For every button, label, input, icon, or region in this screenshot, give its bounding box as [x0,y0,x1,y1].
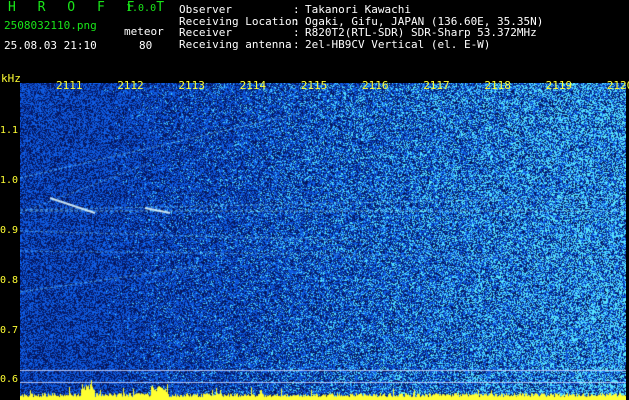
info-separator: : [293,37,300,51]
time-tick-label: 2111 [56,79,83,92]
time-tick-label: 2118 [484,79,511,92]
time-tick-label: 2116 [362,79,389,92]
time-tick-label: 2113 [178,79,205,92]
app-version: 1.0.0 [126,3,157,14]
time-tick-label: 2117 [423,79,450,92]
time-tick-label: 2115 [300,79,328,92]
time-tick-label: 2114 [239,79,267,92]
mode-label: meteor [124,25,164,38]
info-separators: : : : : [293,4,300,50]
frequency-tick-label: 0.7 [0,325,19,336]
frequency-tick-label: 0.9 [0,225,19,236]
file-name: 2508032110.png [4,19,97,32]
info-value-receiver: R820T2(RTL-SDR) SDR-Sharp 53.372MHz [305,26,537,39]
info-label-observer: Observer [179,3,232,16]
info-label-receiver: Receiver [179,26,232,39]
info-values: Takanori Kawachi Ogaki, Gifu, JAPAN (136… [305,4,543,50]
frequency-tick-label: 1.0 [0,175,19,186]
info-separator: : [293,26,300,39]
meteor-count: 80 [139,39,153,52]
spectrogram-canvas [20,83,626,400]
info-value-observer: Takanori Kawachi [305,3,411,16]
time-tick-label: 2120 [606,79,629,92]
info-separator: : [293,3,300,16]
info-label-antenna: Receiving antenna [179,37,292,51]
frequency-tick-label: 1.1 [0,125,19,136]
info-value-antenna: 2el-HB9CV Vertical (el. E-W) [305,37,491,51]
time-tick-label: 2119 [545,79,573,92]
info-labels: Observer Receiving Location Receiver Rec… [179,4,298,50]
time-tick-label: 2112 [117,79,144,92]
timestamp: 25.08.03 21:10 [4,39,97,52]
spectrogram-area [20,83,626,400]
frequency-unit-label: kHz [1,72,21,85]
frequency-tick-label: 0.6 [0,374,19,385]
frequency-tick-label: 0.8 [0,275,19,286]
